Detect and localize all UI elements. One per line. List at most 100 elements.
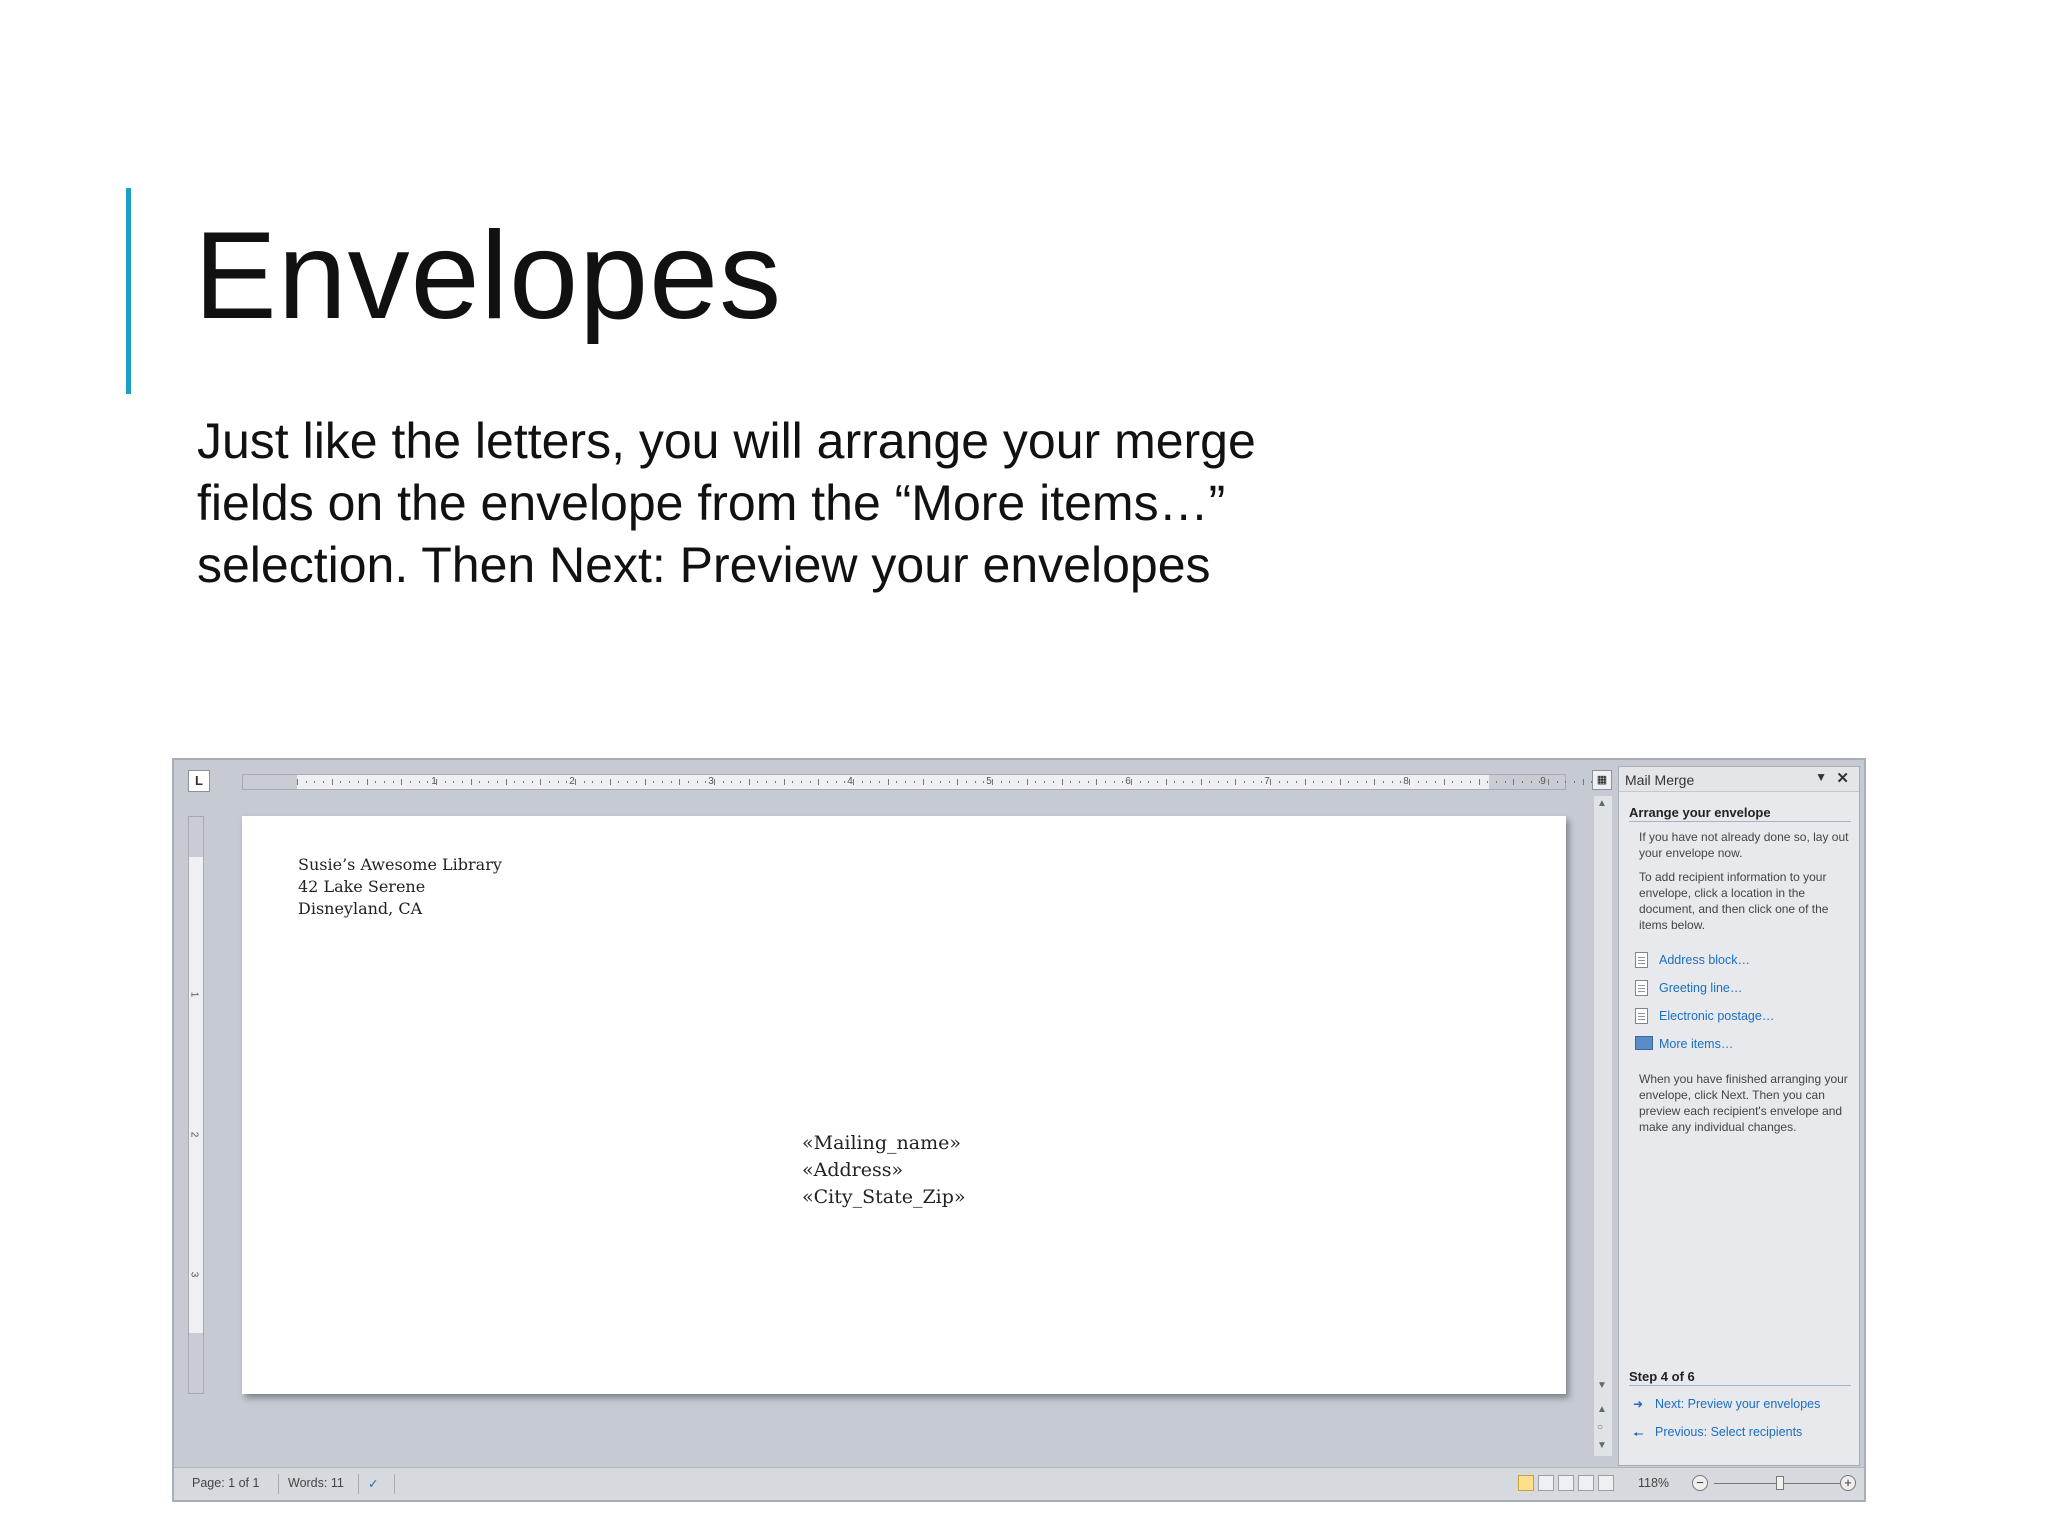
ruler-tick — [661, 781, 663, 783]
ruler-tick — [1287, 781, 1289, 783]
previous-step-link[interactable]: 🠔 Previous: Select recipients — [1633, 1425, 1802, 1441]
ruler-tick — [392, 781, 394, 783]
ruler-tick — [627, 781, 629, 783]
ruler-tick — [592, 781, 594, 783]
zoom-in-icon[interactable]: + — [1840, 1475, 1856, 1491]
ruler-tick — [540, 779, 542, 785]
more-items-icon — [1635, 1036, 1653, 1050]
ruler-tick — [609, 779, 611, 785]
postage-icon — [1635, 1008, 1648, 1024]
close-icon[interactable]: ✕ — [1836, 769, 1849, 787]
ruler-tick — [1113, 781, 1115, 783]
ruler-number: 4 — [847, 776, 853, 787]
ruler-tick — [965, 781, 967, 783]
greeting-line-link[interactable]: Greeting line… — [1635, 980, 1743, 996]
pane-header: Mail Merge ▼ ✕ — [1619, 767, 1859, 792]
pane-section-title: Arrange your envelope — [1629, 805, 1851, 822]
link-label: Greeting line… — [1659, 981, 1743, 995]
horizontal-ruler[interactable]: 1 2 3 4 5 6 7 8 9 — [242, 774, 1593, 790]
ruler-tick — [948, 781, 950, 783]
ruler-tick — [1096, 779, 1098, 785]
ruler-tick — [496, 781, 498, 783]
proofing-icon[interactable]: ✓ — [368, 1476, 378, 1491]
ruler-tick — [870, 781, 872, 783]
ruler-tick — [1122, 781, 1124, 783]
ruler-tick — [1313, 781, 1315, 783]
outline-view-icon[interactable] — [1578, 1475, 1594, 1491]
ruler-tick — [357, 781, 359, 783]
ruler-tick — [879, 781, 881, 783]
electronic-postage-link[interactable]: Electronic postage… — [1635, 1008, 1774, 1024]
ruler-tick — [409, 781, 411, 783]
ruler-tick — [505, 779, 507, 785]
vertical-scrollbar[interactable]: ▲ ▼ ▲ ○ ▼ — [1594, 796, 1612, 1456]
tab-selector-button[interactable]: L — [188, 770, 210, 792]
arrow-right-icon: ➜ — [1633, 1397, 1644, 1411]
scroll-down-icon[interactable]: ▼ — [1597, 1380, 1607, 1391]
ruler-tick — [1521, 781, 1523, 783]
ruler-tick — [1139, 781, 1141, 783]
ruler-tick — [305, 781, 307, 783]
slide-title: Envelopes — [194, 207, 783, 345]
ruler-tick — [792, 781, 794, 783]
zoom-level[interactable]: 118% — [1638, 1476, 1669, 1490]
vertical-ruler[interactable]: 1 2 3 — [188, 816, 204, 1394]
ruler-tick — [1374, 779, 1376, 785]
zoom-out-icon[interactable]: − — [1692, 1475, 1708, 1491]
ruler-tick — [488, 781, 490, 783]
ruler-tick — [453, 781, 455, 783]
page-count[interactable]: Page: 1 of 1 — [192, 1476, 259, 1490]
web-layout-view-icon[interactable] — [1558, 1475, 1574, 1491]
full-screen-reading-view-icon[interactable] — [1538, 1475, 1554, 1491]
ruler-tick — [522, 781, 524, 783]
zoom-slider-thumb[interactable] — [1776, 1476, 1784, 1490]
return-address-line: 42 Lake Serene — [298, 877, 426, 896]
ruler-tick — [462, 781, 464, 783]
return-address[interactable]: Susie’s Awesome Library 42 Lake Serene D… — [298, 854, 502, 920]
ruler-tick — [314, 781, 316, 783]
ruler-tick — [514, 781, 516, 783]
ruler-tick — [1296, 781, 1298, 783]
ruler-tick — [1200, 779, 1202, 785]
print-layout-view-icon[interactable] — [1518, 1475, 1534, 1491]
ruler-tick — [548, 781, 550, 783]
select-browse-object-icon[interactable]: ○ — [1597, 1422, 1603, 1433]
pane-intro-text: If you have not already done so, lay out… — [1639, 830, 1849, 860]
ruler-tick — [670, 781, 672, 783]
word-count[interactable]: Words: 11 — [288, 1476, 344, 1490]
ruler-tick — [1382, 781, 1384, 783]
next-page-icon[interactable]: ▼ — [1597, 1440, 1607, 1451]
envelope-page[interactable]: Susie’s Awesome Library 42 Lake Serene D… — [242, 816, 1566, 1394]
previous-page-icon[interactable]: ▲ — [1597, 1404, 1607, 1415]
ruler-tick — [826, 781, 828, 783]
draft-view-icon[interactable] — [1598, 1475, 1614, 1491]
pane-options-icon[interactable]: ▼ — [1815, 770, 1827, 784]
pane-finish-text: When you have finished arranging your en… — [1639, 1072, 1848, 1134]
ruler-tick — [896, 781, 898, 783]
word-screenshot: L 1 2 3 4 5 6 7 8 9 1 2 3 Susie’s Awesom… — [172, 758, 1866, 1502]
ruler-tick — [1000, 781, 1002, 783]
merge-field: «Mailing_name» — [802, 1132, 961, 1154]
ruler-tick — [1018, 781, 1020, 783]
ruler-tick — [583, 781, 585, 783]
ruler-tick — [1539, 781, 1541, 783]
ruler-tick — [1217, 781, 1219, 783]
ruler-tick — [861, 781, 863, 783]
address-block-link[interactable]: Address block… — [1635, 952, 1750, 968]
ruler-tick — [1356, 781, 1358, 783]
ruler-tick — [1461, 781, 1463, 783]
ruler-tick — [1070, 781, 1072, 783]
ruler-tick — [1252, 781, 1254, 783]
ruler-tick — [922, 779, 924, 785]
view-ruler-icon[interactable]: ▦ — [1592, 770, 1612, 790]
scroll-up-icon[interactable]: ▲ — [1597, 798, 1607, 809]
ruler-tick — [1235, 779, 1237, 785]
ruler-tick — [1044, 781, 1046, 783]
recipient-address-block[interactable]: «Mailing_name» «Address» «City_State_Zip… — [802, 1130, 966, 1211]
more-items-link[interactable]: More items… — [1635, 1036, 1733, 1051]
next-step-link[interactable]: ➜ Next: Preview your envelopes — [1633, 1397, 1820, 1411]
ruler-tick — [375, 781, 377, 783]
ruler-tick — [722, 781, 724, 783]
ruler-tick — [340, 781, 342, 783]
ruler-tick — [1452, 781, 1454, 783]
